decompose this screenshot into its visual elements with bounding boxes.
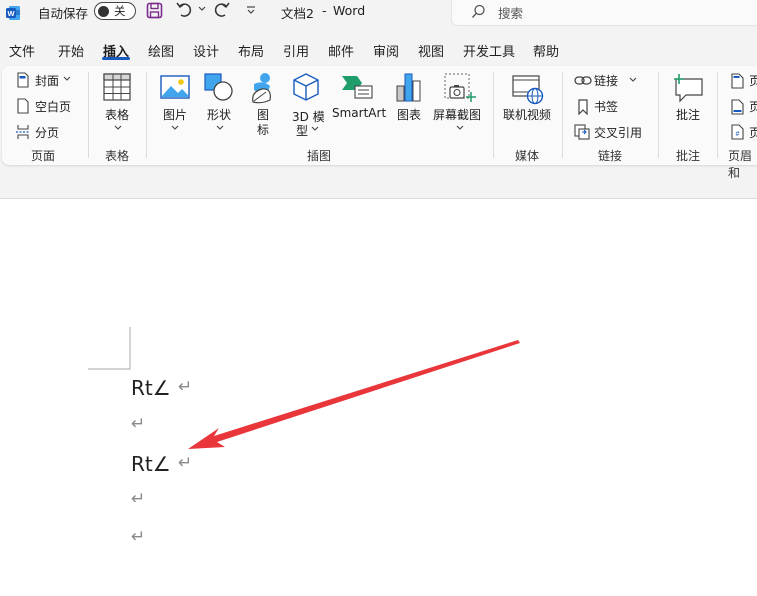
annotation-arrow-icon: [188, 340, 520, 449]
